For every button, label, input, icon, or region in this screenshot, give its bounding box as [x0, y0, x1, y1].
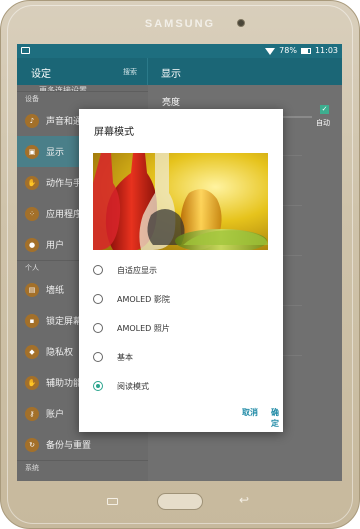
apps-icon: ⁘	[25, 206, 39, 221]
radio-amoled-photo[interactable]	[93, 323, 103, 333]
status-bar: 78% 11:03	[17, 44, 342, 58]
sidebar-item-backup[interactable]: ↻ 备份与重置	[17, 429, 148, 460]
radio-adaptive[interactable]	[93, 265, 103, 275]
back-key[interactable]: ↩	[239, 493, 249, 507]
dialog-title: 屏幕模式	[94, 127, 134, 138]
brand-logo: SAMSUNG	[144, 18, 216, 30]
section-system: 系统	[17, 460, 148, 474]
auto-brightness-label: 自动	[316, 119, 330, 127]
section-device: 设备	[17, 91, 148, 105]
sidebar-item-label: 隐私权	[46, 348, 74, 358]
screen-mode-dialog: 屏幕模式 自适应显示 AMOLED 影院 AMOLED 照片 基本 阅读模式 取…	[79, 109, 283, 432]
sidebar-item-label: 备份与重置	[46, 441, 92, 451]
clock: 11:03	[314, 46, 338, 55]
radio-basic[interactable]	[93, 352, 103, 362]
confirm-button[interactable]: 确定	[271, 407, 283, 429]
wallpaper-icon: ▤	[25, 282, 39, 297]
search-button[interactable]: 搜索	[123, 67, 137, 77]
sound-icon: ♪	[25, 113, 39, 128]
app-bar: 设定 搜索 显示	[17, 58, 342, 85]
settings-title: 设定	[31, 69, 51, 80]
auto-brightness-checkbox[interactable]: ✓	[320, 105, 329, 114]
option-label: AMOLED 影院	[117, 294, 170, 304]
key-icon: ⚷	[25, 406, 39, 421]
screen: 78% 11:03 设定 搜索 显示 更多连接设置 设备 ♪ 声音和通知 ▣ 显…	[17, 44, 342, 481]
mode-option-reading[interactable]: 阅读模式	[93, 374, 149, 398]
backup-icon: ↻	[25, 437, 39, 452]
brightness-label: 亮度	[162, 98, 181, 108]
screen-mode-preview-image	[93, 153, 268, 250]
notification-icon	[21, 47, 30, 54]
recent-apps-key[interactable]	[107, 498, 118, 505]
sidebar-item-label: 辅助功能	[46, 379, 83, 389]
status-right: 78% 11:03	[265, 46, 338, 55]
mode-option-amoled-photo[interactable]: AMOLED 照片	[93, 316, 170, 340]
option-label: AMOLED 照片	[117, 323, 170, 333]
mode-option-amoled-cinema[interactable]: AMOLED 影院	[93, 287, 170, 311]
motion-icon: ✋	[25, 175, 39, 190]
accessibility-icon: ✋	[25, 375, 39, 390]
battery-percent: 78%	[279, 46, 297, 55]
home-button[interactable]	[157, 493, 203, 510]
option-label: 阅读模式	[117, 381, 149, 391]
display-icon: ▣	[25, 144, 39, 159]
mode-option-adaptive[interactable]: 自适应显示	[93, 258, 157, 282]
lock-icon: ▪	[25, 313, 39, 328]
privacy-icon: ◆	[25, 344, 39, 359]
appbar-divider	[147, 58, 148, 85]
detail-title: 显示	[161, 69, 181, 80]
radio-amoled-cinema[interactable]	[93, 294, 103, 304]
cancel-button[interactable]: 取消	[242, 407, 258, 418]
wifi-icon	[265, 48, 276, 55]
tablet-device: SAMSUNG 78% 11:03 设定 搜索 显示 更多连接设置 设备 ♪ 声…	[0, 0, 360, 529]
sidebar-item-label: 用户	[46, 241, 65, 251]
mode-option-basic[interactable]: 基本	[93, 345, 133, 369]
sidebar-item-label: 账户	[46, 410, 65, 420]
battery-icon	[300, 47, 311, 54]
sidebar-item-label: 锁定屏幕	[46, 317, 83, 327]
option-label: 自适应显示	[117, 265, 157, 275]
sidebar-item-label: 显示	[46, 148, 65, 158]
option-label: 基本	[117, 352, 133, 362]
sidebar-item-label: 应用程序	[46, 210, 83, 220]
sidebar-item-label: 墙纸	[46, 286, 65, 296]
radio-reading[interactable]	[93, 381, 103, 391]
front-camera	[237, 19, 245, 27]
user-icon: ●	[25, 237, 39, 252]
